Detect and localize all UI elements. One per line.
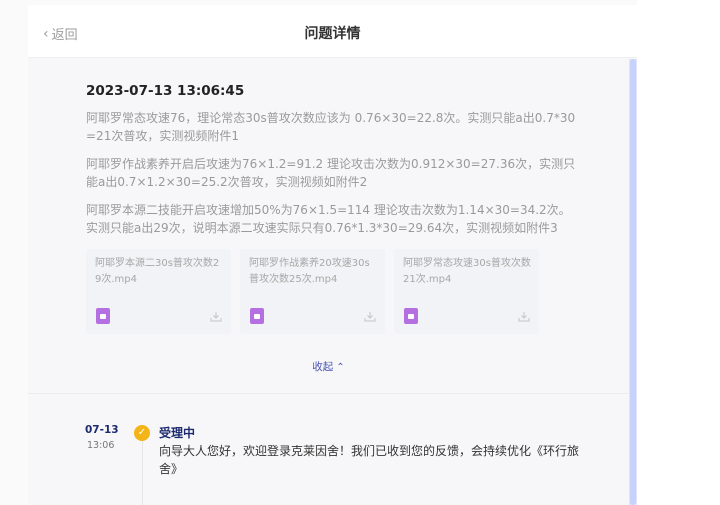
report-content: 2023-07-13 13:06:45 阿耶罗常态攻速76，理论常态30s普攻次… — [86, 82, 576, 237]
scrollbar[interactable] — [629, 59, 637, 505]
timeline-time: 13:06 — [87, 440, 115, 451]
download-icon[interactable] — [210, 311, 222, 322]
right-blank-area — [637, 0, 720, 505]
download-icon[interactable] — [518, 311, 530, 322]
page-background: ‹ 返回 问题详情 2023-07-13 13:06:45 阿耶罗常态攻速76，… — [0, 0, 720, 505]
attachment-name: 阿耶罗本源二30s普攻次数29次.mp4 — [95, 258, 220, 285]
timeline-line — [142, 441, 143, 505]
report-paragraph-1: 阿耶罗常态攻速76，理论常态30s普攻次数应该为 0.76×30=22.8次。实… — [86, 111, 576, 143]
timeline-message: 向导大人您好，欢迎登录克莱因舍！我们已收到您的反馈，会持续优化《环行旅舍》 — [159, 444, 580, 476]
video-file-icon — [404, 308, 418, 324]
report-paragraph-2: 阿耶罗作战素养开启后攻速为76×1.2=91.2 理论攻击次数为0.912×30… — [86, 157, 576, 189]
video-file-icon — [250, 308, 264, 324]
video-file-icon — [96, 308, 110, 324]
timeline-status: 受理中 — [159, 426, 196, 440]
attachment-list: 阿耶罗本源二30s普攻次数29次.mp4 阿耶罗作战素养20攻速30s普攻次数2… — [86, 249, 546, 334]
section-divider — [28, 393, 629, 394]
report-datetime: 2023-07-13 13:06:45 — [86, 83, 245, 99]
chevron-up-icon: ⌃ — [336, 362, 345, 373]
check-circle-icon: ✓ — [134, 425, 150, 441]
scrollbar-thumb[interactable] — [630, 59, 636, 505]
collapse-label: 收起 — [312, 361, 334, 373]
attachment-card-3[interactable]: 阿耶罗常态攻速30s普攻次数21次.mp4 — [394, 249, 539, 334]
attachment-card-2[interactable]: 阿耶罗作战素养20攻速30s普攻次数25次.mp4 — [240, 249, 385, 334]
header-bar: ‹ 返回 问题详情 — [28, 5, 637, 58]
collapse-button[interactable]: 收起 ⌃ — [28, 359, 629, 374]
download-icon[interactable] — [364, 311, 376, 322]
detail-panel: ‹ 返回 问题详情 2023-07-13 13:06:45 阿耶罗常态攻速76，… — [28, 5, 637, 505]
attachment-card-1[interactable]: 阿耶罗本源二30s普攻次数29次.mp4 — [86, 249, 231, 334]
attachment-name: 阿耶罗常态攻速30s普攻次数21次.mp4 — [403, 258, 531, 285]
page-title: 问题详情 — [304, 26, 361, 42]
timeline-date: 07-13 — [85, 424, 119, 436]
report-paragraph-3: 阿耶罗本源二技能开启攻速增加50%为76×1.5=114 理论攻击次数为1.14… — [86, 203, 571, 235]
attachment-name: 阿耶罗作战素养20攻速30s普攻次数25次.mp4 — [249, 258, 370, 285]
